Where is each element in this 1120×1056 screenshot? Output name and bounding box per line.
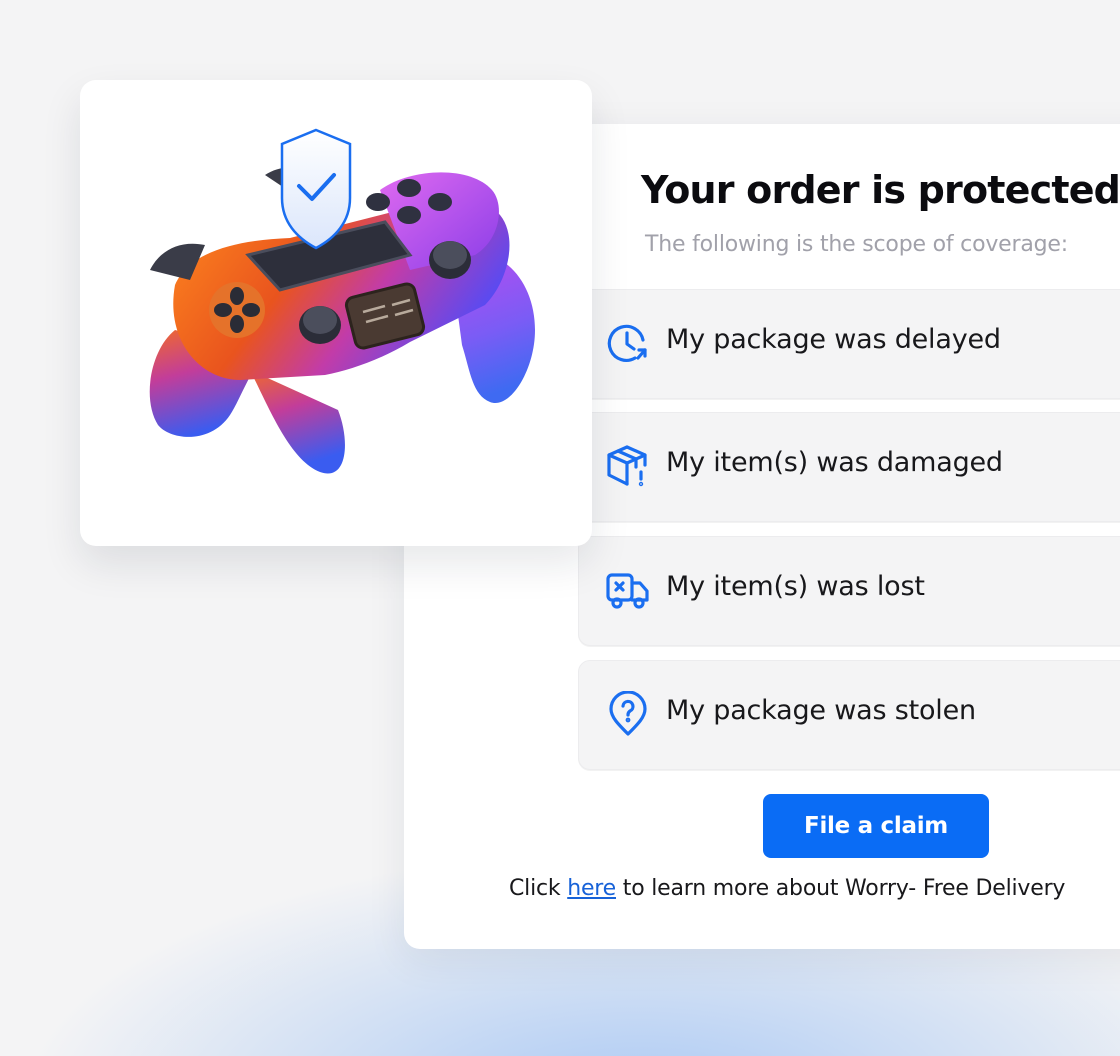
coverage-item-stolen: My package was stolen [578, 660, 1120, 770]
page-title: Your order is protected [641, 168, 1120, 212]
file-claim-button[interactable]: File a claim [763, 794, 989, 858]
coverage-item-lost: My item(s) was lost [578, 536, 1120, 646]
learn-more-prefix: Click [509, 876, 568, 901]
learn-more-text: Click here to learn more about Worry- Fr… [509, 876, 1065, 901]
truck-x-icon [606, 573, 649, 609]
page-subtitle: The following is the scope of coverage: [645, 232, 1068, 257]
game-controller-illustration [149, 128, 535, 474]
coverage-item-delayed: My package was delayed [578, 289, 1120, 399]
location-question-icon [609, 691, 647, 736]
coverage-label: My package was stolen [666, 695, 976, 726]
coverage-label: My package was delayed [666, 324, 1001, 355]
coverage-item-damaged: My item(s) was damaged [578, 412, 1120, 522]
learn-more-link[interactable]: here [567, 876, 616, 901]
coverage-label: My item(s) was lost [666, 571, 925, 602]
clock-icon [607, 324, 647, 362]
product-image-card [80, 80, 592, 546]
damaged-box-icon [607, 445, 647, 487]
learn-more-suffix: to learn more about Worry- Free Delivery [616, 876, 1066, 901]
coverage-label: My item(s) was damaged [666, 447, 1003, 478]
